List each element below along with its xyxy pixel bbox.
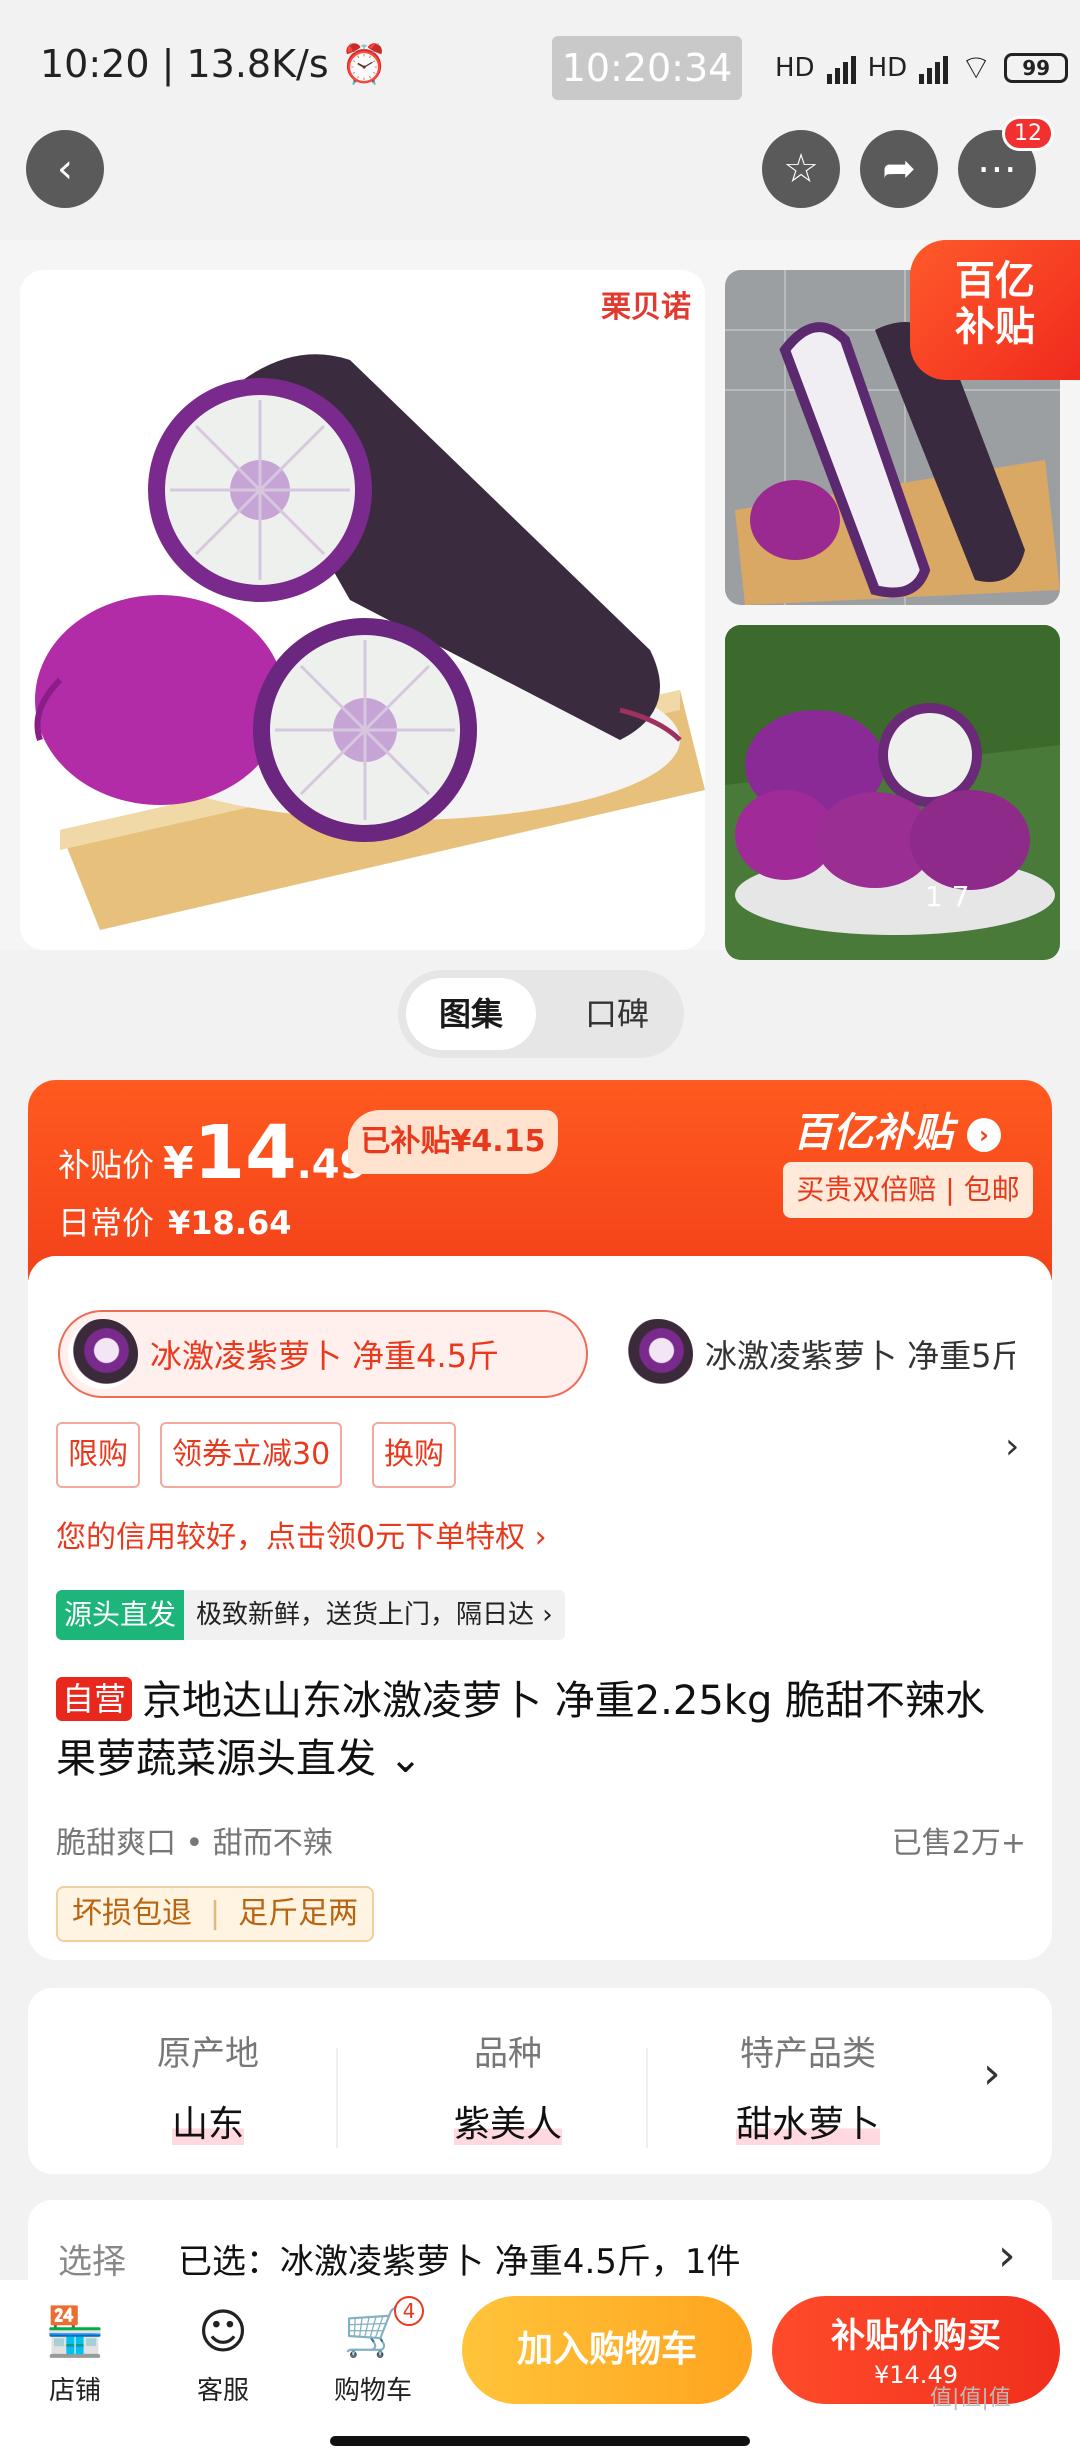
sku-option-selected[interactable]: 冰激凌紫萝卜 净重4.5斤 xyxy=(58,1310,588,1398)
favorite-button[interactable]: ☆ xyxy=(762,130,840,208)
sku-option[interactable]: 冰激凌紫萝卜 净重5斤 xyxy=(615,1310,1025,1398)
promo-chevron-icon[interactable]: › xyxy=(1005,1426,1019,1467)
sold-count: 已售2万+ xyxy=(891,1826,1026,1861)
attribute-category: 特产品类 甜水萝卜 xyxy=(735,2034,880,2145)
floating-clock: 10:20:34 xyxy=(552,36,742,100)
price-header: 补贴价 ¥14.49 已补贴¥4.15 日常价 ¥18.64 百亿补贴 › 买贵双… xyxy=(28,1080,1052,1280)
promo-tag-coupon[interactable]: 领券立减30 xyxy=(160,1422,343,1488)
customer-service-button[interactable]: ☺ 客服 xyxy=(168,2302,278,2407)
guarantee-badge[interactable]: 买贵双倍赔 | 包邮 xyxy=(783,1162,1033,1218)
share-icon: ➦ xyxy=(882,146,916,192)
service-damage-refund: 坏损包退 xyxy=(72,1896,192,1931)
thumbnail-image-2[interactable] xyxy=(725,625,1060,960)
more-button[interactable]: ⋯ 12 xyxy=(958,116,1054,208)
cart-button[interactable]: 🛒 4 购物车 xyxy=(318,2296,428,2407)
subsidy-price-label: 补贴价 xyxy=(58,1146,155,1184)
sku-thumbnail xyxy=(623,1319,693,1389)
subsidy-price: ¥14.49 xyxy=(163,1110,368,1196)
subsidy-corner-badge: 百亿 补贴 xyxy=(910,240,1080,380)
subsidy-program-link[interactable]: 百亿补贴 › xyxy=(793,1100,1001,1158)
self-operated-tag: 自营 xyxy=(56,1677,133,1721)
sku-thumbnail xyxy=(68,1319,138,1389)
back-arrow-icon: ‹ xyxy=(57,146,73,192)
store-icon: 🏪 xyxy=(45,2304,105,2360)
back-button[interactable]: ‹ xyxy=(26,130,104,208)
tab-reviews[interactable]: 口碑 xyxy=(558,978,676,1050)
chat-face-icon: ☺ xyxy=(197,2304,249,2360)
service-badges[interactable]: 坏损包退 | 足斤足两 xyxy=(56,1886,375,1942)
image-pager: 1 7 xyxy=(925,880,970,913)
site-watermark: 值|值|值 xyxy=(930,2386,1011,2411)
share-button[interactable]: ➦ xyxy=(860,130,938,208)
signal-icon xyxy=(826,52,856,84)
signal-icon-2 xyxy=(919,52,949,84)
promo-tag-exchange[interactable]: 换购 xyxy=(372,1422,456,1488)
star-icon: ☆ xyxy=(783,146,819,192)
store-button[interactable]: 🏪 店铺 xyxy=(20,2302,130,2407)
gallery-tab-switch[interactable]: 图集 口碑 xyxy=(398,970,684,1058)
battery-icon: 99 xyxy=(1004,52,1069,83)
product-features: 脆甜爽口 • 甜而不辣 xyxy=(56,1826,333,1861)
cart-icon: 🛒 4 xyxy=(318,2296,428,2362)
chevron-right-icon: › xyxy=(983,2048,1001,2099)
hd-label: HD xyxy=(775,52,815,83)
hd-label-2: HD xyxy=(867,52,908,83)
attribute-origin: 原产地 山东 xyxy=(157,2034,259,2145)
selected-sku-text: 已选：冰激凌紫萝卜 净重4.5斤，1件 xyxy=(178,2242,741,2282)
status-time: 10:20 xyxy=(40,42,150,86)
cart-count-badge: 4 xyxy=(394,2296,424,2326)
notification-badge: 12 xyxy=(1002,116,1054,151)
origin-direct-badge[interactable]: 源头直发 极致新鲜，送货上门，隔日达 › xyxy=(56,1590,565,1640)
sku-label: 冰激凌紫萝卜 净重5斤 xyxy=(705,1337,1015,1375)
radish-illustration xyxy=(20,270,705,950)
product-title[interactable]: 自营 京地达山东冰激凌萝卜 净重2.25kg 脆甜不辣水果萝蔬菜源头直发 ⌄ xyxy=(56,1672,1006,1788)
status-bar: 10:20 | 13.8K/s ⏰ 10:20:34 HD HD ⌔ 99 xyxy=(0,0,1080,130)
alarm-icon: ⏰ xyxy=(340,42,389,86)
more-icon: ⋯ xyxy=(977,146,1017,192)
service-full-weight: 足斤足两 xyxy=(238,1896,359,1931)
daily-price: 日常价 ¥18.64 xyxy=(58,1204,292,1242)
chevron-right-icon: › xyxy=(998,2230,1016,2281)
buy-now-button[interactable]: 补贴价购买 ¥14.49 xyxy=(772,2296,1060,2404)
product-attributes[interactable]: 原产地 山东 品种 紫美人 特产品类 甜水萝卜 › xyxy=(28,1988,1052,2174)
credit-privilege-link[interactable]: 您的信用较好，点击领0元下单特权 › xyxy=(56,1512,547,1556)
wifi-icon: ⌔ xyxy=(960,48,993,88)
chevron-right-icon: › xyxy=(966,1118,1001,1152)
home-indicator[interactable] xyxy=(330,2436,750,2446)
brand-watermark: 栗贝诺 xyxy=(601,290,691,325)
network-speed: | 13.8K/s xyxy=(161,42,329,86)
sku-label: 冰激凌紫萝卜 净重4.5斤 xyxy=(150,1337,500,1375)
tab-gallery[interactable]: 图集 xyxy=(406,978,536,1050)
image-gallery[interactable]: 栗贝诺 百亿 补贴 1 7 xyxy=(0,240,1080,960)
promo-tag-limit[interactable]: 限购 xyxy=(56,1422,140,1488)
subsidy-amount-badge: 已补贴¥4.15 xyxy=(348,1110,558,1174)
add-to-cart-button[interactable]: 加入购物车 xyxy=(462,2296,752,2404)
attribute-variety: 品种 紫美人 xyxy=(453,2034,562,2145)
main-product-image[interactable]: 栗贝诺 xyxy=(20,270,705,950)
